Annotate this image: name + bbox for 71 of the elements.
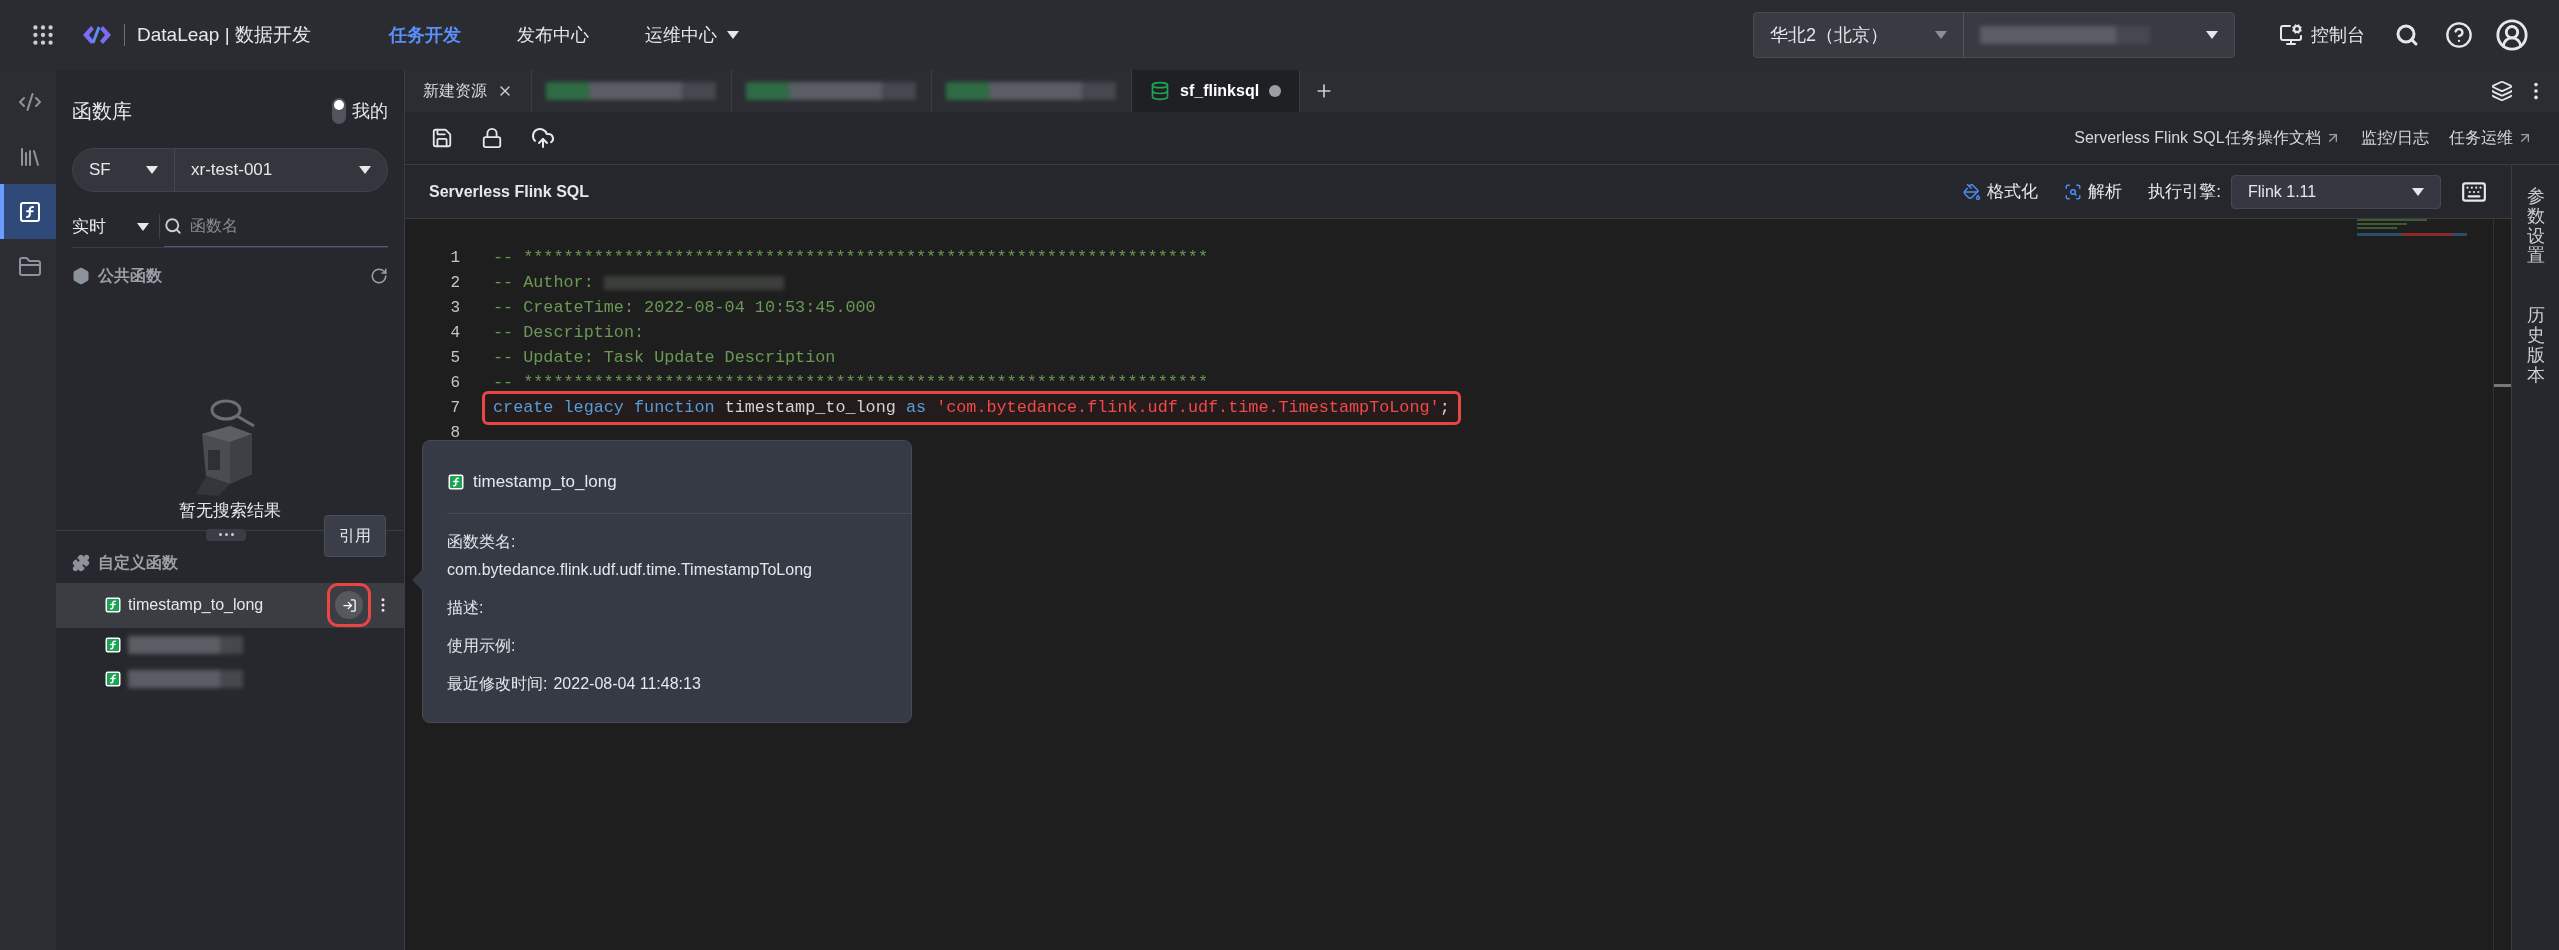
app-grid-icon[interactable] — [30, 22, 56, 48]
logo-icon — [82, 24, 112, 46]
puzzle-icon — [72, 553, 90, 572]
function-icon — [104, 596, 122, 614]
monitor-icon — [2279, 23, 2303, 47]
format-button[interactable]: 格式化 — [1963, 178, 2039, 205]
function-icon — [104, 669, 122, 688]
engine-select[interactable]: Flink 1.11 — [2231, 174, 2441, 209]
rail-tab[interactable] — [0, 184, 56, 239]
nav-tab[interactable]: 任务开发 — [388, 21, 461, 49]
brand-title: DataLeap | 数据开发 — [137, 22, 311, 47]
scan-icon — [2064, 182, 2083, 201]
line-number: 4 — [449, 322, 460, 344]
line-number: 3 — [449, 297, 460, 319]
brush-icon — [1963, 182, 1982, 201]
function-icon — [18, 199, 42, 224]
editor-tab[interactable]: sf_flinksql — [1132, 70, 1301, 112]
toolbar-link[interactable]: 任务运维 — [2449, 126, 2533, 150]
line-number: 6 — [449, 372, 460, 394]
section-title: 自定义函数 — [98, 552, 178, 573]
layers-icon[interactable] — [2491, 80, 2513, 102]
caret-icon — [137, 222, 149, 231]
field-label: 使用示例: — [447, 635, 517, 656]
search-icon — [164, 217, 182, 235]
mode-select[interactable]: 实时 — [72, 213, 160, 240]
upload-icon[interactable] — [531, 126, 555, 150]
code-line: -- Description: — [492, 321, 646, 344]
avatar-icon[interactable] — [2495, 18, 2529, 52]
console-button[interactable]: 控制台 — [2279, 21, 2365, 49]
database-icon — [1150, 81, 1170, 101]
empty-message: 暂无搜索结果 — [178, 500, 282, 522]
line-number: 7 — [449, 397, 460, 419]
caret-icon — [2412, 187, 2424, 196]
panel-title: 函数库 — [72, 99, 132, 124]
search-icon[interactable] — [2395, 23, 2419, 47]
field-label: 最近修改时间: — [447, 673, 548, 694]
resize-handle[interactable] — [206, 528, 246, 541]
reference-button[interactable] — [330, 586, 368, 624]
line-number: 8 — [449, 422, 460, 444]
field-value: com.bytedance.flink.udf.udf.time.TimestampToLong — [447, 559, 813, 580]
field-value: 2022-08-04 11:48:13 — [553, 673, 701, 694]
toolbar-link[interactable]: 监控/日志 — [2360, 126, 2429, 150]
engine-label: 执行引擎: — [2148, 180, 2221, 203]
code-line: -- Update: Task Update Description — [492, 346, 837, 369]
refresh-icon[interactable] — [370, 267, 388, 285]
help-icon[interactable] — [2445, 21, 2473, 49]
search-field[interactable]: 函数名 — [190, 214, 370, 238]
popover-title: timestamp_to_long — [473, 471, 617, 493]
side-tab[interactable]: 历史版本 — [2526, 306, 2545, 386]
line-number: 2 — [449, 272, 460, 294]
drive-icon — [18, 254, 42, 279]
function-icon — [104, 635, 122, 654]
line-number: 5 — [449, 347, 460, 369]
field-label: 函数类名: — [447, 531, 517, 552]
editor-title: Serverless Flink SQL — [429, 181, 590, 202]
parse-button[interactable]: 解析 — [2064, 178, 2123, 205]
insert-icon — [341, 597, 357, 613]
toolbar-link[interactable]: Serverless Flink SQL任务操作文档 — [2074, 126, 2341, 150]
mine-toggle[interactable]: 我的 — [332, 97, 388, 125]
nav-tab[interactable]: 运维中心 — [644, 21, 739, 49]
function-icon — [447, 472, 465, 491]
reference-tooltip: 引用 — [324, 514, 386, 557]
function-item[interactable]: timestamp_to_long — [56, 582, 404, 628]
save-icon[interactable] — [431, 127, 453, 149]
line-number: 1 — [449, 247, 460, 269]
nav-tab[interactable]: 发布中心 — [516, 21, 589, 49]
caret-icon — [726, 31, 739, 39]
section-title: 公共函数 — [98, 266, 162, 286]
field-label: 描述: — [447, 597, 485, 618]
side-tab[interactable]: 参数设置 — [2526, 187, 2545, 267]
lock-icon[interactable] — [481, 127, 503, 149]
